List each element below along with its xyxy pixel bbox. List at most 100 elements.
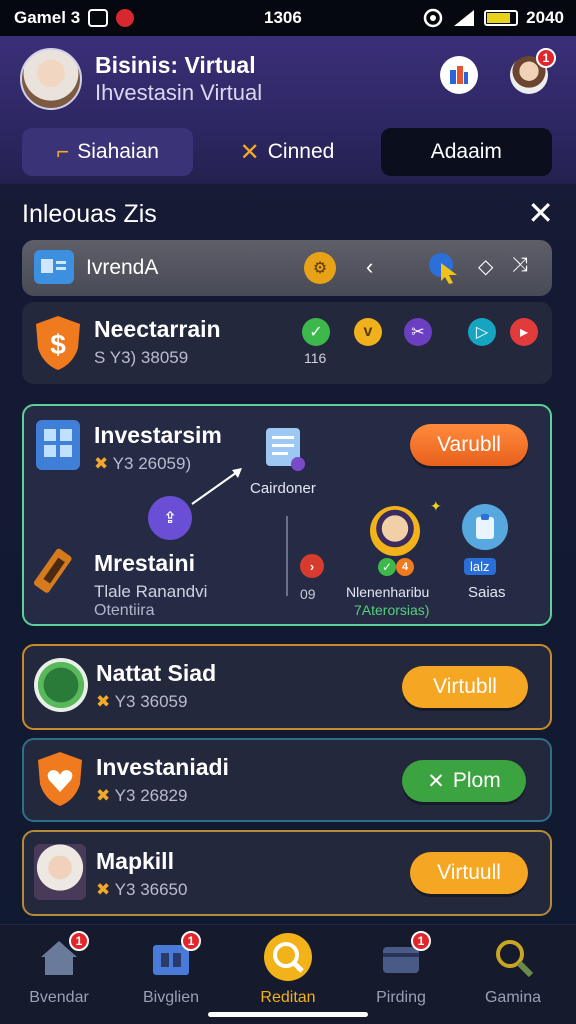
item-title: Neectarrain: [94, 316, 221, 342]
nav-bvendar[interactable]: 1 Bvendar: [4, 931, 114, 1007]
v-coin-icon[interactable]: v: [354, 318, 382, 346]
list-item[interactable]: Nattat Siad ✖ Y3 36059 Virtubll: [22, 644, 552, 730]
document-icon: [260, 424, 308, 472]
user-avatar-button[interactable]: 1: [510, 48, 556, 94]
nav-label: Bivglien: [142, 989, 200, 1006]
magnifier-icon: [491, 935, 535, 979]
clock: 1306: [264, 8, 302, 27]
cross-icon: ✕: [427, 769, 445, 793]
item-title: Mrestaini: [94, 550, 195, 576]
virtual-button[interactable]: Virtubll: [402, 666, 528, 708]
grid-board-icon: [36, 420, 80, 470]
nav-bivglien[interactable]: 1 Bivglien: [116, 931, 226, 1007]
small-number: 09: [300, 586, 316, 602]
featured-action-button[interactable]: Varubll: [410, 424, 528, 466]
item-subtitle: S Y3) 38059: [94, 348, 189, 367]
nav-label: Bvendar: [29, 989, 89, 1006]
play-icon[interactable]: ▷: [468, 318, 496, 346]
list-item[interactable]: Mapkill ✖ Y3 36650 Virtuull: [22, 830, 552, 916]
item-title: Mapkill: [96, 848, 174, 874]
star-icon: ✖: [96, 692, 111, 711]
item-subtitle: Y3 36059: [114, 692, 188, 711]
bottom-nav: 1 Bvendar 1 Bivglien Reditan 1 Pirding G…: [0, 924, 576, 1024]
tab-label: Siahaian: [77, 140, 159, 163]
ticket-icon: [34, 544, 82, 600]
tab-cinned[interactable]: ✕ Cinned: [201, 128, 372, 176]
arrow-icon: [191, 468, 242, 505]
bracket-icon: ⌐: [56, 139, 70, 164]
notification-badge: 1: [536, 48, 556, 68]
plom-button[interactable]: ✕ Plom: [402, 760, 526, 802]
nav-pirding[interactable]: 1 Pirding: [346, 931, 456, 1007]
person-avatar[interactable]: [370, 506, 420, 556]
sales-badge: lalz: [464, 558, 496, 575]
person-sublabel: 7Aterorsias): [354, 602, 430, 618]
nav-reditan[interactable]: Reditan: [233, 933, 343, 1007]
chevron-left-icon[interactable]: ‹: [366, 254, 373, 280]
filter-bar[interactable]: IvrendA ⚙ ‹ ◇ ⤨: [22, 240, 552, 296]
store-icon: 1: [149, 931, 201, 979]
item-detail-2: Otentiira: [94, 602, 155, 619]
tab-adaaim[interactable]: Adaaim: [380, 128, 552, 176]
featured-title: Investarsim: [94, 422, 222, 448]
item-detail: Tlale Ranandvi: [94, 582, 208, 601]
user-photo: [34, 844, 86, 900]
featured-card[interactable]: Investarsim ✖ Y3 26059) Varubll Cairdone…: [22, 404, 552, 626]
sparkle-icon: ✦: [430, 498, 442, 514]
alarm-icon: [423, 8, 443, 28]
shield-heart-icon: [34, 750, 86, 808]
tab-siahaian[interactable]: ⌐ Siahaian: [22, 128, 194, 176]
battery-icon: [484, 10, 519, 26]
report-button[interactable]: [440, 56, 478, 94]
video-icon[interactable]: ▸: [510, 318, 538, 346]
tag-icon[interactable]: ✂: [404, 318, 432, 346]
svg-text:$: $: [50, 329, 66, 360]
chart-icon: [450, 66, 468, 84]
diamond-icon[interactable]: ◇: [478, 254, 493, 279]
battery-text: 2040: [526, 8, 564, 27]
cross-icon: ✕: [239, 138, 260, 166]
shuffle-icon[interactable]: ⤨: [512, 254, 528, 277]
alert-icon: [116, 9, 135, 27]
mini-badge: 4: [396, 558, 414, 576]
clipboard-icon[interactable]: [462, 504, 508, 550]
share-hub-icon[interactable]: ⇪: [148, 496, 192, 540]
tab-label: Adaaim: [430, 140, 502, 163]
check-mini-icon: ✓: [378, 558, 396, 576]
tab-bar: ⌐ Siahaian ✕ Cinned Adaaim: [22, 128, 552, 176]
app-title: Bisinis: Virtual: [95, 52, 256, 78]
check-icon[interactable]: ✓: [302, 318, 330, 346]
nav-gamina[interactable]: Gamina: [458, 935, 568, 1007]
profile-avatar[interactable]: [20, 48, 82, 110]
search-coin-icon: [262, 931, 314, 983]
close-icon[interactable]: ✕: [527, 197, 554, 229]
gear-coin-icon[interactable]: ⚙: [304, 252, 336, 284]
shield-dollar-icon: $: [32, 314, 84, 372]
item-count: 116: [304, 350, 327, 366]
status-bar: Gamel 3 1306 2040: [0, 0, 576, 36]
red-dot-icon[interactable]: ›: [300, 554, 324, 578]
nav-badge: 1: [69, 931, 89, 951]
item-title: Investaniadi: [96, 754, 229, 780]
virtual-button[interactable]: Virtuull: [410, 852, 528, 894]
item-title: Nattat Siad: [96, 660, 217, 686]
id-card-icon: [34, 250, 74, 284]
sales-label: Saias: [468, 584, 506, 601]
star-icon: ✖: [96, 880, 111, 899]
item-subtitle: Y3 36650: [114, 880, 188, 899]
filter-label: IvrendA: [86, 256, 159, 279]
cursor-icon[interactable]: [426, 250, 462, 286]
featured-subtitle: Y3 26059): [112, 454, 192, 473]
section-title: Inleouas Zis: [22, 200, 157, 228]
nav-label: Gamina: [484, 989, 542, 1006]
app-subtitle: Ihvestasin Virtual: [95, 80, 263, 105]
message-icon: [88, 9, 109, 27]
nav-label: Pirding: [376, 989, 426, 1006]
node-label: Cairdoner: [250, 480, 316, 497]
wallet-icon: 1: [379, 931, 431, 979]
leaf-badge-icon: [34, 658, 88, 712]
list-item[interactable]: Investaniadi ✖ Y3 26829 ✕ Plom: [22, 738, 552, 822]
home-indicator[interactable]: [208, 1012, 368, 1017]
list-item-neectarrain[interactable]: $ Neectarrain S Y3) 38059 ✓ 116 v ✂ ▷ ▸: [22, 302, 552, 384]
star-icon: ✖: [94, 454, 109, 473]
